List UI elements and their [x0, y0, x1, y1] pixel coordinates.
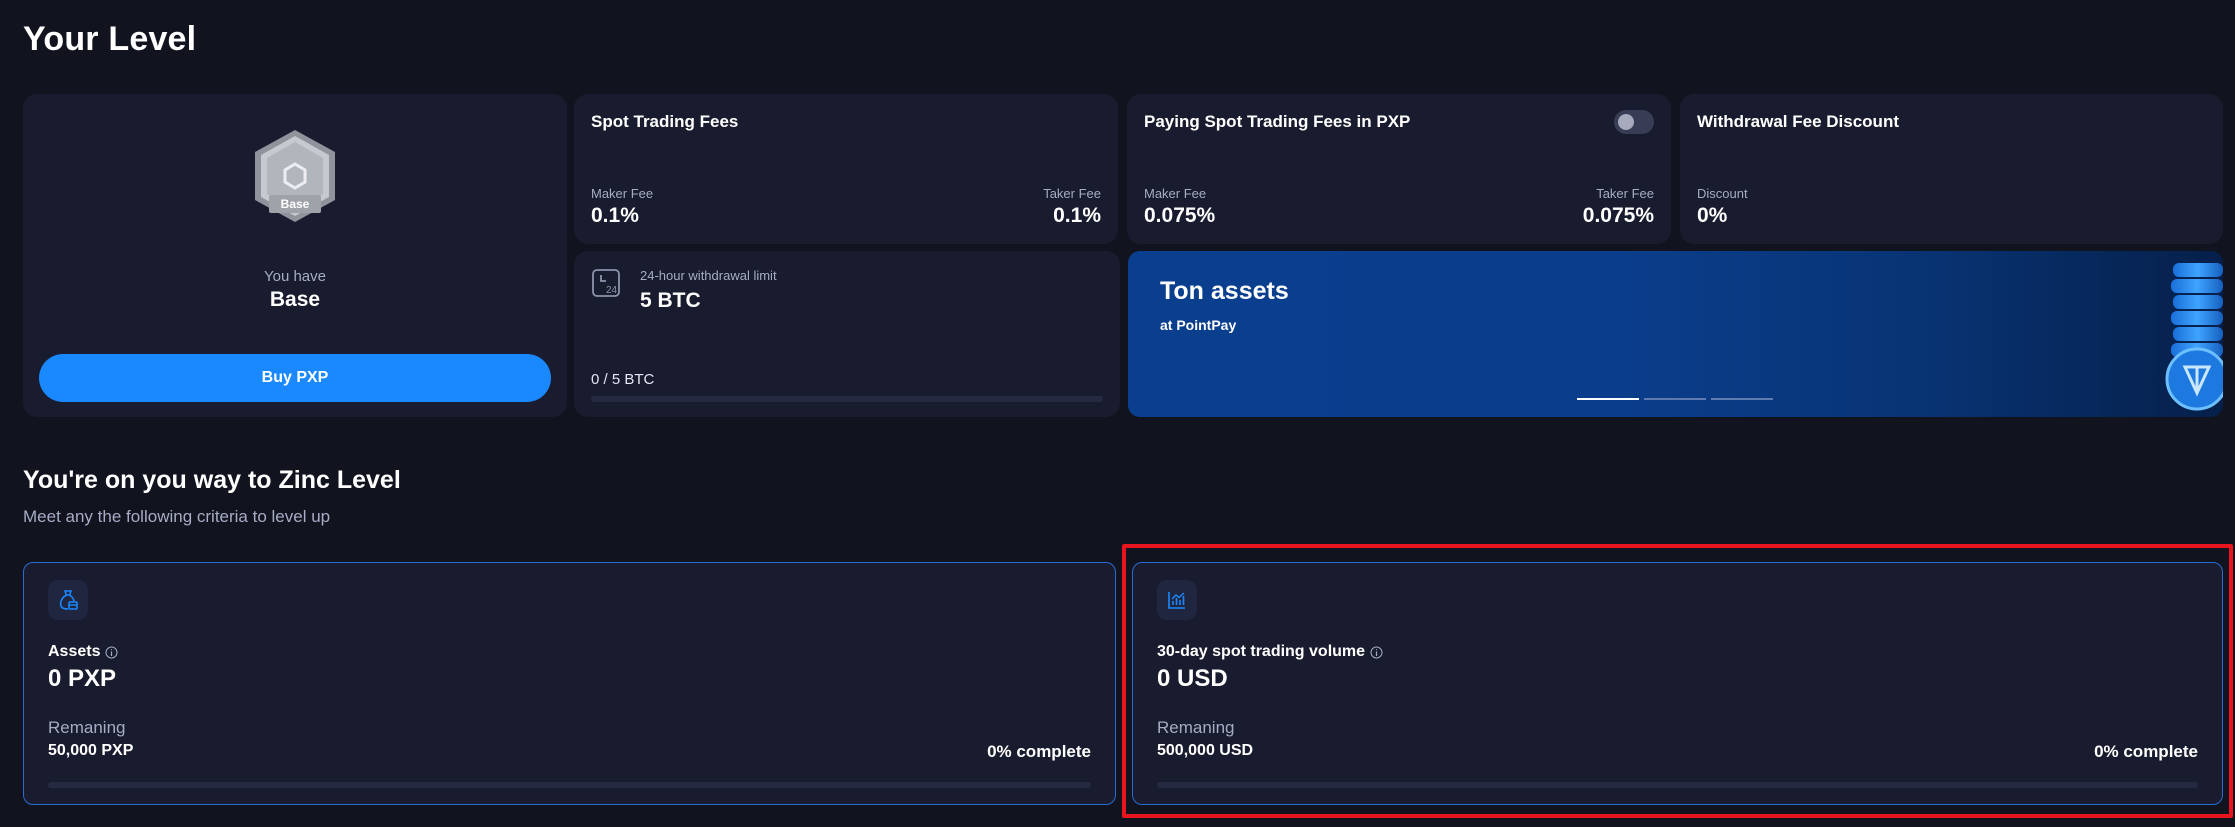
maker-fee-value: 0.1%: [591, 204, 639, 227]
level-badge: Base: [247, 126, 343, 226]
assets-progress-track: [48, 782, 1091, 788]
info-icon[interactable]: [1370, 646, 1383, 659]
assets-complete-text: 0% complete: [987, 742, 1091, 761]
withdrawal-fee-discount-card: Withdrawal Fee Discount Discount 0%: [1680, 94, 2223, 244]
pay-fees-in-pxp-toggle[interactable]: [1614, 110, 1654, 134]
assets-icon-box: [48, 580, 88, 620]
banner-title: Ton assets: [1160, 277, 1289, 305]
carousel-indicators: [1577, 398, 1773, 400]
maker-fee-label: Maker Fee: [591, 186, 654, 201]
spot-trading-fees-card: Spot Trading Fees Maker Fee 0.1% Taker F…: [574, 94, 1118, 244]
volume-icon-box: [1157, 580, 1197, 620]
volume-value: 0 USD: [1157, 665, 1228, 692]
carousel-dot[interactable]: [1711, 398, 1773, 400]
svg-text:24: 24: [606, 285, 618, 296]
chart-icon: [1168, 592, 1185, 609]
carousel-dot[interactable]: [1644, 398, 1706, 400]
assets-label-row: Assets: [48, 643, 118, 661]
next-level-subtitle: Meet any the following criteria to level…: [23, 507, 331, 526]
toggle-knob: [1618, 114, 1634, 130]
pxp-taker-fee-value: 0.075%: [1582, 204, 1654, 227]
volume-progress-track: [1157, 782, 2198, 788]
assets-criteria-card: Assets 0 PXP Remaning 50,000 PXP 0% comp…: [23, 562, 1116, 805]
money-bag-icon: [59, 590, 78, 610]
withdrawal-limit-label: 24-hour withdrawal limit: [640, 268, 777, 283]
discount-value: 0%: [1697, 204, 1728, 227]
you-have-label: You have: [263, 268, 326, 285]
page-title: Your Level: [23, 20, 197, 58]
withdrawal-discount-title: Withdrawal Fee Discount: [1697, 112, 1899, 131]
level-card: Base You have Base Buy PXP: [23, 94, 567, 417]
info-icon[interactable]: [105, 646, 118, 659]
promo-banner[interactable]: Ton assets at PointPay: [1128, 251, 2223, 417]
buy-pxp-button[interactable]: Buy PXP: [39, 354, 551, 402]
base-badge-icon: Base: [255, 130, 335, 222]
volume-remaining-label: Remaning: [1157, 718, 1235, 737]
volume-complete-text: 0% complete: [2094, 742, 2198, 761]
pxp-taker-fee-label: Taker Fee: [1596, 186, 1654, 201]
carousel-dot[interactable]: [1577, 398, 1639, 400]
withdrawal-limit-progress-text: 0 / 5 BTC: [591, 371, 655, 388]
spot-fees-title: Spot Trading Fees: [591, 112, 739, 131]
pxp-trading-fees-card: Paying Spot Trading Fees in PXP Maker Fe…: [1127, 94, 1671, 244]
assets-remaining-label: Remaning: [48, 718, 126, 737]
withdrawal-limit-progress-track: [591, 396, 1103, 402]
assets-remaining-value: 50,000 PXP: [48, 742, 134, 759]
ton-coins-icon: [2165, 263, 2223, 411]
pxp-maker-fee-value: 0.075%: [1144, 204, 1216, 227]
discount-label: Discount: [1697, 186, 1748, 201]
volume-label: 30-day spot trading volume: [1157, 643, 1366, 660]
taker-fee-value: 0.1%: [1053, 204, 1101, 227]
taker-fee-label: Taker Fee: [1043, 186, 1101, 201]
assets-label: Assets: [48, 643, 101, 660]
withdrawal-limit-card: 24 24-hour withdrawal limit 5 BTC 0 / 5 …: [574, 251, 1120, 417]
volume-remaining-value: 500,000 USD: [1157, 742, 1254, 759]
banner-subtitle: at PointPay: [1160, 317, 1237, 333]
withdrawal-limit-value: 5 BTC: [640, 289, 701, 312]
clock-24-icon: 24: [592, 269, 620, 297]
trading-volume-criteria-card: 30-day spot trading volume 0 USD Remanin…: [1132, 562, 2223, 805]
pxp-maker-fee-label: Maker Fee: [1144, 186, 1207, 201]
badge-label: Base: [281, 197, 310, 211]
next-level-title: You're on you way to Zinc Level: [23, 466, 401, 494]
volume-label-row: 30-day spot trading volume: [1157, 643, 1383, 661]
assets-value: 0 PXP: [48, 665, 117, 692]
current-level-name: Base: [269, 288, 321, 311]
pxp-fees-title: Paying Spot Trading Fees in PXP: [1144, 112, 1411, 131]
